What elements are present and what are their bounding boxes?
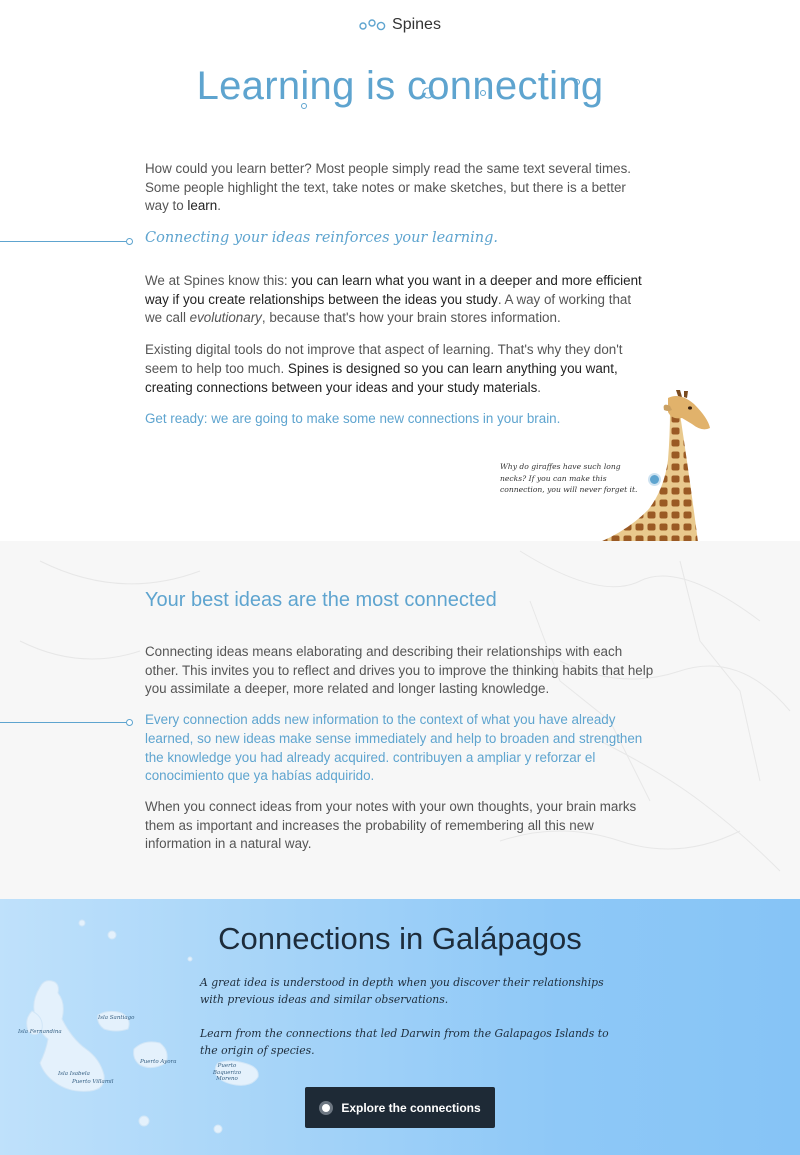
brand[interactable]: Spines — [0, 16, 800, 34]
button-label: Explore the connections — [341, 1100, 481, 1115]
spines-logo-icon — [359, 18, 387, 32]
intro-paragraph: How could you learn better? Most people … — [145, 161, 632, 214]
body-paragraph: Connecting ideas means elaborating and d… — [145, 644, 654, 697]
brand-name: Spines — [392, 16, 441, 33]
island-label: Isla Santiago — [98, 1015, 135, 1021]
island-label: Isla Fernandina — [18, 1029, 62, 1035]
connector-line — [0, 241, 126, 242]
section-title: Your best ideas are the most connected — [145, 589, 497, 611]
body-paragraph: When you connect ideas from your notes w… — [145, 798, 637, 852]
connector-dot — [126, 719, 133, 726]
description-paragraph: Learn from the connections that led Darw… — [200, 1027, 609, 1057]
connector-line — [0, 722, 126, 723]
island-label: Isla Isabela — [58, 1071, 90, 1077]
get-ready-text: Get ready: we are going to make some new… — [145, 411, 561, 427]
intro-section: How could you learn better? Most people … — [145, 160, 640, 216]
galapagos-description: A great idea is understood in depth when… — [200, 974, 610, 1076]
island-label: Puerto Villamil — [72, 1079, 114, 1085]
island-label: Puerto Ayora — [140, 1059, 177, 1065]
giraffe-note: Why do giraffes have such long necks? If… — [500, 462, 638, 494]
connection-hotspot[interactable] — [648, 473, 661, 486]
record-dot-icon — [319, 1100, 334, 1115]
explore-connections-button[interactable]: Explore the connections — [305, 1087, 495, 1128]
page-title: Learning is connecting — [196, 64, 604, 108]
highlight-quote: Connecting your ideas reinforces your le… — [145, 230, 498, 246]
connected-ideas-section: Your best ideas are the most connected C… — [0, 541, 800, 899]
connector-dot — [126, 238, 133, 245]
section-body: Connecting ideas means elaborating and d… — [145, 643, 655, 866]
description-paragraph: A great idea is understood in depth when… — [200, 976, 604, 1006]
intro-body: We at Spines know this: you can learn wh… — [145, 272, 645, 428]
section-title: Connections in Galápagos — [218, 921, 582, 956]
body-paragraph: Existing digital tools do not improve th… — [145, 342, 623, 395]
body-paragraph: We at Spines know this: you can learn wh… — [145, 273, 642, 326]
highlight-quote: Every connection adds new information to… — [145, 712, 643, 784]
galapagos-section: Isla Fernandina Isla Santiago Isla Isabe… — [0, 899, 800, 1155]
